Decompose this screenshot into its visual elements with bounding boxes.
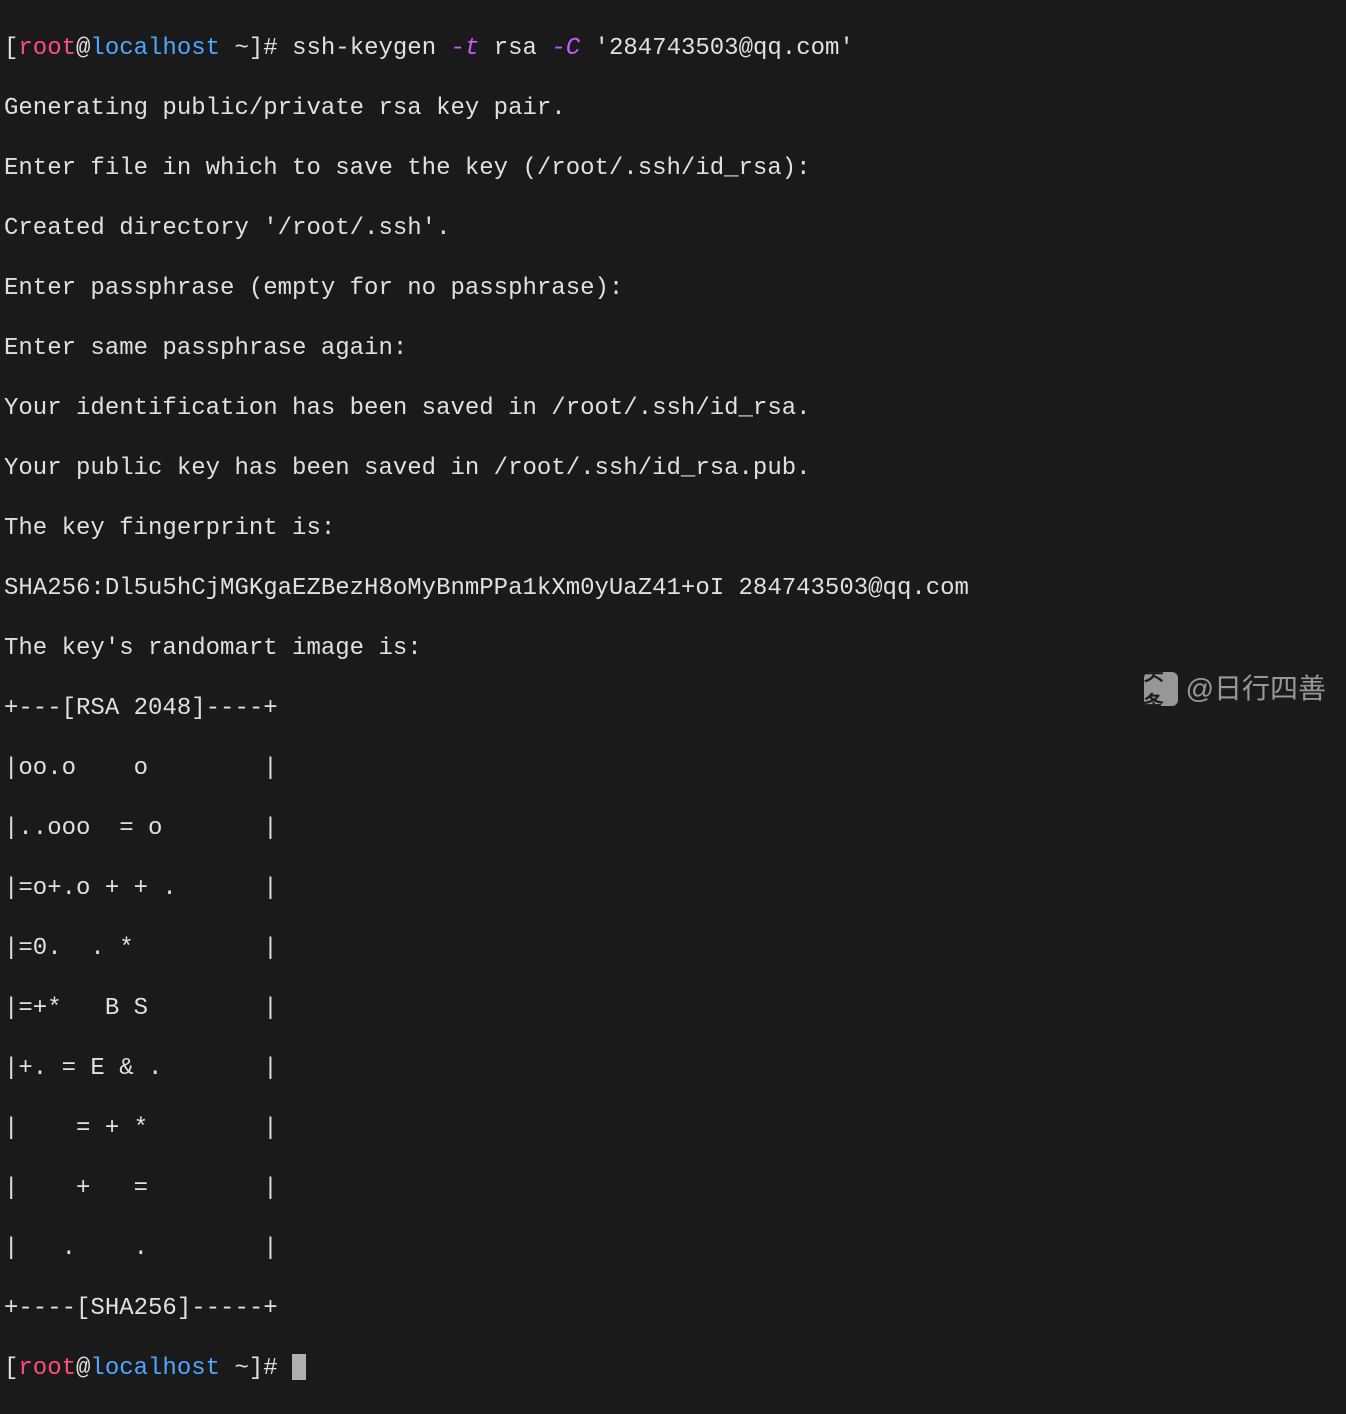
prompt-line-1: [root@localhost ~]# ssh-keygen -t rsa -C… (4, 34, 1342, 64)
prompt-path: ~ (220, 1355, 249, 1382)
prompt-host: localhost (90, 1355, 220, 1382)
randomart-line: |..ooo = o | (4, 814, 1342, 844)
randomart-line: |+. = E & . | (4, 1054, 1342, 1084)
output-line: The key's randomart image is: (4, 634, 1342, 664)
randomart-line: +----[SHA256]-----+ (4, 1294, 1342, 1324)
randomart-line: | = + * | (4, 1114, 1342, 1144)
cursor-icon (292, 1354, 306, 1380)
output-line: Enter file in which to save the key (/ro… (4, 154, 1342, 184)
randomart-line: |oo.o o | (4, 754, 1342, 784)
output-line: Enter same passphrase again: (4, 334, 1342, 364)
randomart-line: | + = | (4, 1174, 1342, 1204)
output-line: Enter passphrase (empty for no passphras… (4, 274, 1342, 304)
prompt-at: @ (76, 1355, 90, 1382)
prompt-line-2[interactable]: [root@localhost ~]# (4, 1354, 1342, 1384)
watermark-text: @日行四善 (1186, 674, 1326, 704)
command-flag-t: -t (451, 35, 480, 62)
terminal-output[interactable]: [root@localhost ~]# ssh-keygen -t rsa -C… (4, 4, 1342, 1414)
prompt-host: localhost (90, 35, 220, 62)
prompt-open-bracket: [ (4, 1355, 18, 1382)
randomart-line: +---[RSA 2048]----+ (4, 694, 1342, 724)
prompt-user: root (18, 35, 76, 62)
prompt-open-bracket: [ (4, 35, 18, 62)
prompt-path: ~ (220, 35, 249, 62)
watermark-logo-icon: 头条 (1144, 672, 1178, 706)
command-ssh-keygen: ssh-keygen (292, 35, 450, 62)
watermark: 头条 @日行四善 (1144, 672, 1326, 706)
output-line: Generating public/private rsa key pair. (4, 94, 1342, 124)
output-fingerprint: SHA256:Dl5u5hCjMGKgaEZBezH8oMyBnmPPa1kXm… (4, 574, 1342, 604)
command-flag-c: -C (551, 35, 580, 62)
randomart-line: | . . | (4, 1234, 1342, 1264)
output-line: Created directory '/root/.ssh'. (4, 214, 1342, 244)
command-arg-rsa: rsa (479, 35, 551, 62)
randomart-line: |=0. . * | (4, 934, 1342, 964)
output-line: Your public key has been saved in /root/… (4, 454, 1342, 484)
output-line: The key fingerprint is: (4, 514, 1342, 544)
prompt-at: @ (76, 35, 90, 62)
prompt-close-hash: ]# (249, 1355, 292, 1382)
prompt-user: root (18, 1355, 76, 1382)
command-arg-email: '284743503@qq.com' (580, 35, 854, 62)
prompt-close-hash: ]# (249, 35, 292, 62)
randomart-line: |=+* B S | (4, 994, 1342, 1024)
output-line: Your identification has been saved in /r… (4, 394, 1342, 424)
randomart-line: |=o+.o + + . | (4, 874, 1342, 904)
